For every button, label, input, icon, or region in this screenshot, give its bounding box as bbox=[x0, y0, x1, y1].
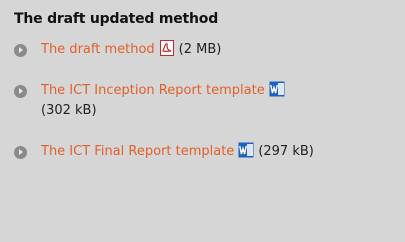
arrow-bullet-icon bbox=[14, 85, 27, 98]
arrow-bullet-icon bbox=[14, 146, 27, 159]
download-list: The draft method (2 MB) The ICT Inception… bbox=[14, 40, 393, 162]
file-size: (2 MB) bbox=[178, 42, 222, 57]
downloads-panel: The draft updated method The draft metho… bbox=[0, 0, 405, 242]
list-item: The ICT Inception Report template (302 kB… bbox=[14, 81, 393, 121]
inception-report-template-link[interactable]: The ICT Inception Report template bbox=[41, 83, 265, 98]
pdf-icon bbox=[159, 40, 175, 56]
list-item: The ICT Final Report template (297 kB) bbox=[14, 142, 393, 162]
draft-method-link[interactable]: The draft method bbox=[41, 42, 155, 57]
list-item-text: The ICT Final Report template (297 kB) bbox=[41, 142, 314, 162]
list-item-text: The ICT Inception Report template (302 kB… bbox=[41, 81, 289, 121]
list-item-text: The draft method (2 MB) bbox=[41, 40, 221, 60]
file-size: (297 kB) bbox=[258, 144, 314, 159]
file-size: (302 kB) bbox=[41, 103, 97, 118]
arrow-bullet-icon bbox=[14, 44, 27, 57]
list-item: The draft method (2 MB) bbox=[14, 40, 393, 60]
section-heading: The draft updated method bbox=[14, 11, 219, 27]
word-doc-icon bbox=[269, 81, 285, 97]
final-report-template-link[interactable]: The ICT Final Report template bbox=[41, 144, 234, 159]
word-doc-icon bbox=[238, 142, 254, 158]
